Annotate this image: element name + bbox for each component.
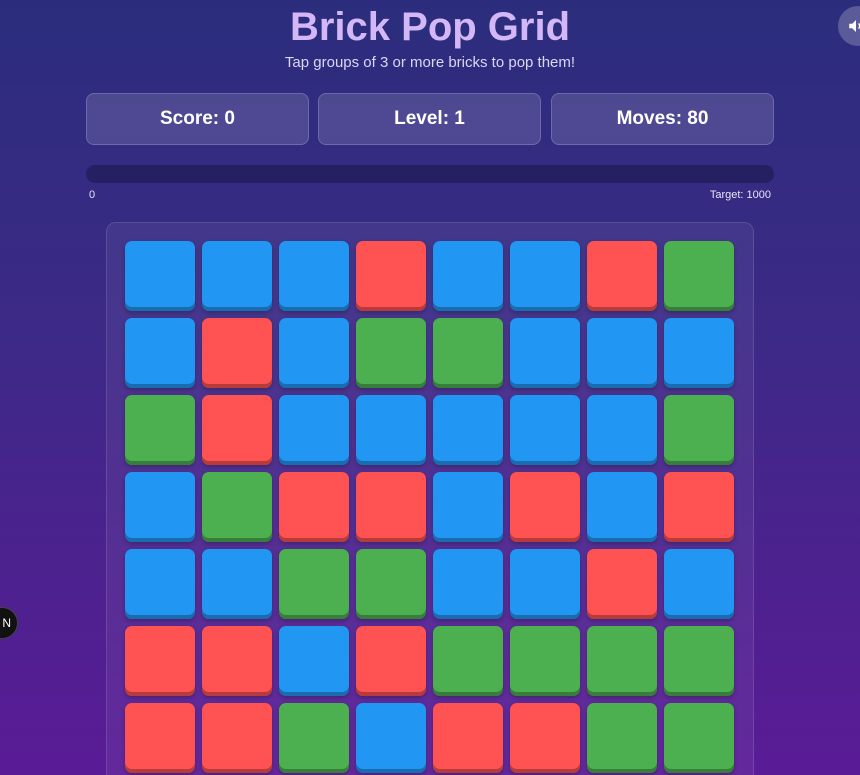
- speaker-icon: [849, 20, 860, 32]
- level-display: Level: 1: [318, 93, 541, 145]
- brick-blue[interactable]: [279, 626, 349, 696]
- brick-red[interactable]: [510, 472, 580, 542]
- brick-blue[interactable]: [279, 395, 349, 465]
- brick-blue[interactable]: [510, 395, 580, 465]
- brick-blue[interactable]: [202, 549, 272, 619]
- brick-blue[interactable]: [433, 472, 503, 542]
- brick-blue[interactable]: [664, 549, 734, 619]
- brick-blue[interactable]: [125, 318, 195, 388]
- brick-red[interactable]: [202, 395, 272, 465]
- brick-blue[interactable]: [433, 549, 503, 619]
- brick-red[interactable]: [125, 703, 195, 773]
- progress-start-label: 0: [89, 189, 96, 201]
- brick-green[interactable]: [125, 395, 195, 465]
- brick-green[interactable]: [433, 626, 503, 696]
- brick-red[interactable]: [125, 626, 195, 696]
- brick-green[interactable]: [664, 241, 734, 311]
- progress-target-label: Target: 1000: [709, 189, 771, 201]
- brick-green[interactable]: [664, 395, 734, 465]
- brick-red[interactable]: [510, 703, 580, 773]
- score-display: Score: 0: [86, 93, 309, 145]
- brick-blue[interactable]: [433, 395, 503, 465]
- brick-blue[interactable]: [356, 703, 426, 773]
- brick-red[interactable]: [587, 549, 657, 619]
- brick-blue[interactable]: [510, 241, 580, 311]
- moves-display: Moves: 80: [551, 93, 774, 145]
- brick-green[interactable]: [202, 472, 272, 542]
- brick-red[interactable]: [433, 703, 503, 773]
- game-board: [106, 222, 754, 775]
- brick-red[interactable]: [356, 241, 426, 311]
- brick-red[interactable]: [356, 626, 426, 696]
- brick-blue[interactable]: [202, 241, 272, 311]
- brick-blue[interactable]: [125, 472, 195, 542]
- stats-bar: Score: 0 Level: 1 Moves: 80: [86, 93, 774, 145]
- brick-green[interactable]: [356, 549, 426, 619]
- brick-blue[interactable]: [510, 318, 580, 388]
- brick-blue[interactable]: [125, 241, 195, 311]
- brick-blue[interactable]: [510, 549, 580, 619]
- brick-green[interactable]: [587, 626, 657, 696]
- brick-red[interactable]: [664, 472, 734, 542]
- brick-green[interactable]: [510, 626, 580, 696]
- brick-red[interactable]: [587, 241, 657, 311]
- brick-red[interactable]: [202, 318, 272, 388]
- brick-green[interactable]: [664, 703, 734, 773]
- score-progress-bar: [86, 165, 774, 183]
- brick-green[interactable]: [433, 318, 503, 388]
- brick-blue[interactable]: [664, 318, 734, 388]
- brick-green[interactable]: [356, 318, 426, 388]
- brick-blue[interactable]: [279, 318, 349, 388]
- game-title: Brick Pop Grid: [289, 5, 571, 49]
- brick-green[interactable]: [664, 626, 734, 696]
- side-widget-button[interactable]: N: [0, 607, 18, 639]
- brick-blue[interactable]: [587, 472, 657, 542]
- brick-red[interactable]: [202, 703, 272, 773]
- brick-red[interactable]: [202, 626, 272, 696]
- brick-blue[interactable]: [587, 318, 657, 388]
- brick-blue[interactable]: [356, 395, 426, 465]
- brick-blue[interactable]: [587, 395, 657, 465]
- brick-green[interactable]: [279, 549, 349, 619]
- brick-green[interactable]: [587, 703, 657, 773]
- brick-red[interactable]: [279, 472, 349, 542]
- brick-green[interactable]: [279, 703, 349, 773]
- brick-blue[interactable]: [125, 549, 195, 619]
- brick-blue[interactable]: [279, 241, 349, 311]
- game-instructions: Tap groups of 3 or more bricks to pop th…: [284, 54, 576, 71]
- brick-blue[interactable]: [433, 241, 503, 311]
- brick-red[interactable]: [356, 472, 426, 542]
